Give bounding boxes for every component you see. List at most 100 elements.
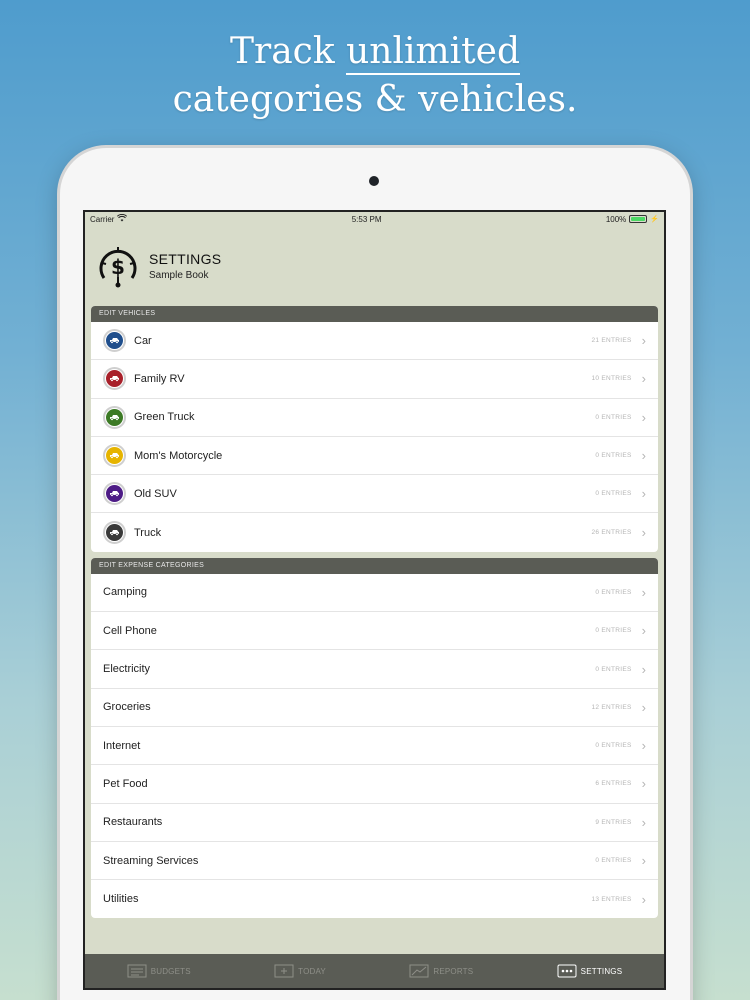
tab-settings[interactable]: SETTINGS	[557, 964, 623, 978]
rv-icon	[103, 367, 126, 391]
category-row[interactable]: Cell Phone 0 ENTRIES ›	[91, 612, 658, 651]
tab-reports-label: REPORTS	[433, 966, 474, 976]
entry-count: 21 ENTRIES	[591, 337, 632, 345]
tab-reports[interactable]: REPORTS	[409, 964, 473, 978]
chevron-right-icon: ›	[641, 409, 646, 425]
chevron-right-icon: ›	[641, 776, 646, 792]
entry-count: 6 ENTRIES	[595, 780, 632, 788]
tab-settings-label: SETTINGS	[580, 966, 623, 976]
entry-count: 10 ENTRIES	[591, 375, 632, 383]
chevron-right-icon: ›	[641, 699, 646, 715]
vehicle-name: Old SUV	[134, 487, 177, 500]
category-name: Electricity	[103, 663, 151, 676]
category-name: Internet	[103, 739, 141, 752]
chevron-right-icon: ›	[641, 853, 646, 868]
status-bar: Carrier 5:53 PM 100% ⚡	[85, 212, 664, 226]
svg-text:$: $	[111, 255, 125, 279]
motorcycle-icon	[103, 444, 126, 468]
category-row[interactable]: Camping 0 ENTRIES ›	[91, 574, 658, 613]
tab-today[interactable]: TODAY	[274, 964, 326, 978]
entry-count: 13 ENTRIES	[591, 895, 632, 903]
headline-word: Track	[230, 31, 335, 72]
settings-header: $ SETTINGS Sample Book	[85, 226, 664, 306]
tablet-frame: Carrier 5:53 PM 100% ⚡ $ SETTINGS Sample…	[60, 148, 690, 1000]
vehicle-row[interactable]: Mom's Motorcycle 0 ENTRIES ›	[91, 437, 658, 476]
vehicle-row[interactable]: Family RV 10 ENTRIES ›	[91, 360, 658, 399]
tab-bar: BUDGETS TODAY REPORTS SETTINGS	[85, 954, 664, 988]
carrier-label: Carrier	[90, 214, 115, 224]
headline-underlined-word: unlimited	[346, 31, 520, 75]
category-name: Streaming Services	[103, 854, 199, 867]
vehicle-name: Family RV	[134, 372, 185, 385]
category-row[interactable]: Streaming Services 0 ENTRIES ›	[91, 842, 658, 881]
category-row[interactable]: Internet 0 ENTRIES ›	[91, 727, 658, 766]
reports-icon	[409, 964, 429, 978]
entry-count: 0 ENTRIES	[595, 413, 632, 421]
entry-count: 0 ENTRIES	[595, 588, 632, 596]
entry-count: 26 ENTRIES	[591, 529, 632, 537]
suv-icon	[103, 482, 126, 506]
status-time: 5:53 PM	[351, 214, 382, 224]
charging-icon: ⚡	[650, 216, 659, 223]
budgets-icon	[127, 964, 147, 978]
categories-section: EDIT EXPENSE CATEGORIES Camping 0 ENTRIES…	[91, 557, 658, 919]
categories-section-header: EDIT EXPENSE CATEGORIES	[91, 557, 658, 574]
headline: Track unlimited categories & vehicles.	[0, 28, 750, 124]
entry-count: 0 ENTRIES	[595, 857, 632, 864]
vehicle-name: Green Truck	[134, 411, 195, 424]
entry-count: 0 ENTRIES	[595, 665, 632, 673]
book-name: Sample Book	[149, 270, 209, 281]
vehicles-section-header: EDIT VEHICLES	[91, 306, 658, 322]
entry-count: 0 ENTRIES	[595, 490, 632, 498]
chevron-right-icon: ›	[641, 814, 646, 830]
truck-icon	[103, 521, 126, 545]
chevron-right-icon: ›	[641, 448, 646, 464]
entry-count: 0 ENTRIES	[595, 742, 632, 750]
category-name: Pet Food	[103, 777, 148, 790]
category-row[interactable]: Utilities 13 ENTRIES ›	[91, 880, 658, 918]
chevron-right-icon: ›	[641, 525, 646, 541]
entry-count: 9 ENTRIES	[595, 818, 632, 826]
dollar-gauge-icon: $	[95, 243, 141, 289]
chevron-right-icon: ›	[641, 584, 646, 600]
today-icon	[274, 964, 294, 978]
vehicle-name: Mom's Motorcycle	[134, 449, 223, 462]
battery-label: 100%	[605, 214, 627, 224]
category-name: Groceries	[103, 701, 151, 714]
category-row[interactable]: Electricity 0 ENTRIES ›	[91, 650, 658, 689]
category-row[interactable]: Pet Food 6 ENTRIES ›	[91, 765, 658, 804]
chevron-right-icon: ›	[641, 486, 646, 502]
category-name: Cell Phone	[103, 624, 157, 637]
chevron-right-icon: ›	[641, 661, 646, 677]
headline-line-1: Track unlimited	[0, 28, 750, 76]
car-icon	[103, 329, 126, 353]
entry-count: 12 ENTRIES	[591, 703, 632, 711]
chevron-right-icon: ›	[641, 333, 646, 349]
page-title: SETTINGS	[149, 251, 222, 267]
category-name: Camping	[103, 586, 148, 599]
headline-line-2: categories & vehicles.	[172, 79, 578, 120]
vehicle-row[interactable]: Car 21 ENTRIES ›	[91, 322, 658, 361]
category-row[interactable]: Restaurants 9 ENTRIES ›	[91, 804, 658, 842]
truck-icon	[103, 405, 126, 429]
battery-icon	[629, 215, 648, 223]
vehicle-row[interactable]: Old SUV 0 ENTRIES ›	[91, 475, 658, 514]
vehicle-row[interactable]: Truck 26 ENTRIES ›	[91, 513, 658, 551]
chevron-right-icon: ›	[641, 891, 646, 907]
camera-dot	[369, 176, 379, 186]
chevron-right-icon: ›	[641, 738, 646, 754]
vehicle-name: Truck	[134, 526, 162, 539]
tab-budgets-label: BUDGETS	[150, 966, 191, 976]
category-name: Restaurants	[103, 816, 163, 829]
wifi-icon	[117, 213, 128, 224]
tab-budgets[interactable]: BUDGETS	[127, 964, 191, 978]
chevron-right-icon: ›	[641, 623, 646, 639]
category-row[interactable]: Groceries 12 ENTRIES ›	[91, 689, 658, 727]
vehicles-section: EDIT VEHICLES Car 21 ENTRIES › Family RV 10 …	[91, 306, 658, 552]
settings-icon	[557, 964, 577, 978]
tab-today-label: TODAY	[298, 966, 326, 976]
app-screen: Carrier 5:53 PM 100% ⚡ $ SETTINGS Sample…	[83, 210, 666, 990]
chevron-right-icon: ›	[641, 371, 646, 387]
category-name: Utilities	[103, 893, 139, 906]
vehicle-row[interactable]: Green Truck 0 ENTRIES ›	[91, 399, 658, 437]
